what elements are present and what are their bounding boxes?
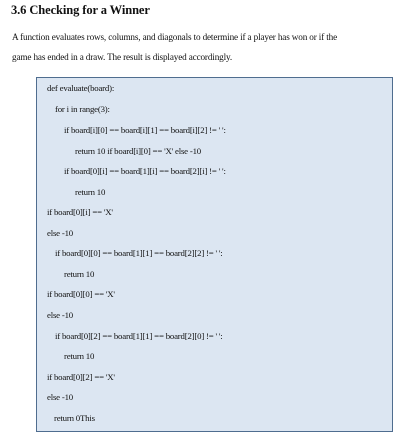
code-line: if board[0][i] == 'X' <box>47 207 113 217</box>
code-line: if board[0][0] == board[1][1] == board[2… <box>55 248 223 258</box>
code-block: def evaluate(board): for i in range(3): … <box>36 77 393 432</box>
code-line: for i in range(3): <box>55 104 110 114</box>
code-line: return 10 <box>64 351 95 361</box>
section-paragraph: A function evaluates rows, columns, and … <box>12 28 400 67</box>
code-line: return 0This <box>54 413 95 423</box>
paragraph-line: game has ended in a draw. The result is … <box>12 51 232 62</box>
code-line: else -10 <box>47 392 74 402</box>
code-line: if board[i][0] == board[i][1] == board[i… <box>64 125 226 135</box>
code-line: return 10 <box>75 187 106 197</box>
code-line: else -10 <box>47 228 74 238</box>
code-line: return 10 if board[i][0] == 'X' else -10 <box>75 146 202 156</box>
code-line: def evaluate(board): <box>47 83 115 93</box>
code-line: if board[0][0] == 'X' <box>47 289 115 299</box>
section-heading: 3.6 Checking for a Winner <box>11 3 150 17</box>
code-line: if board[0][2] == 'X' <box>47 372 115 382</box>
code-line: if board[0][2] == board[1][1] == board[2… <box>55 331 223 341</box>
code-line: if board[0][i] == board[1][i] == board[2… <box>64 166 226 176</box>
code-line: return 10 <box>64 269 95 279</box>
code-line: else -10 <box>47 310 74 320</box>
paragraph-line: A function evaluates rows, columns, and … <box>12 32 338 42</box>
